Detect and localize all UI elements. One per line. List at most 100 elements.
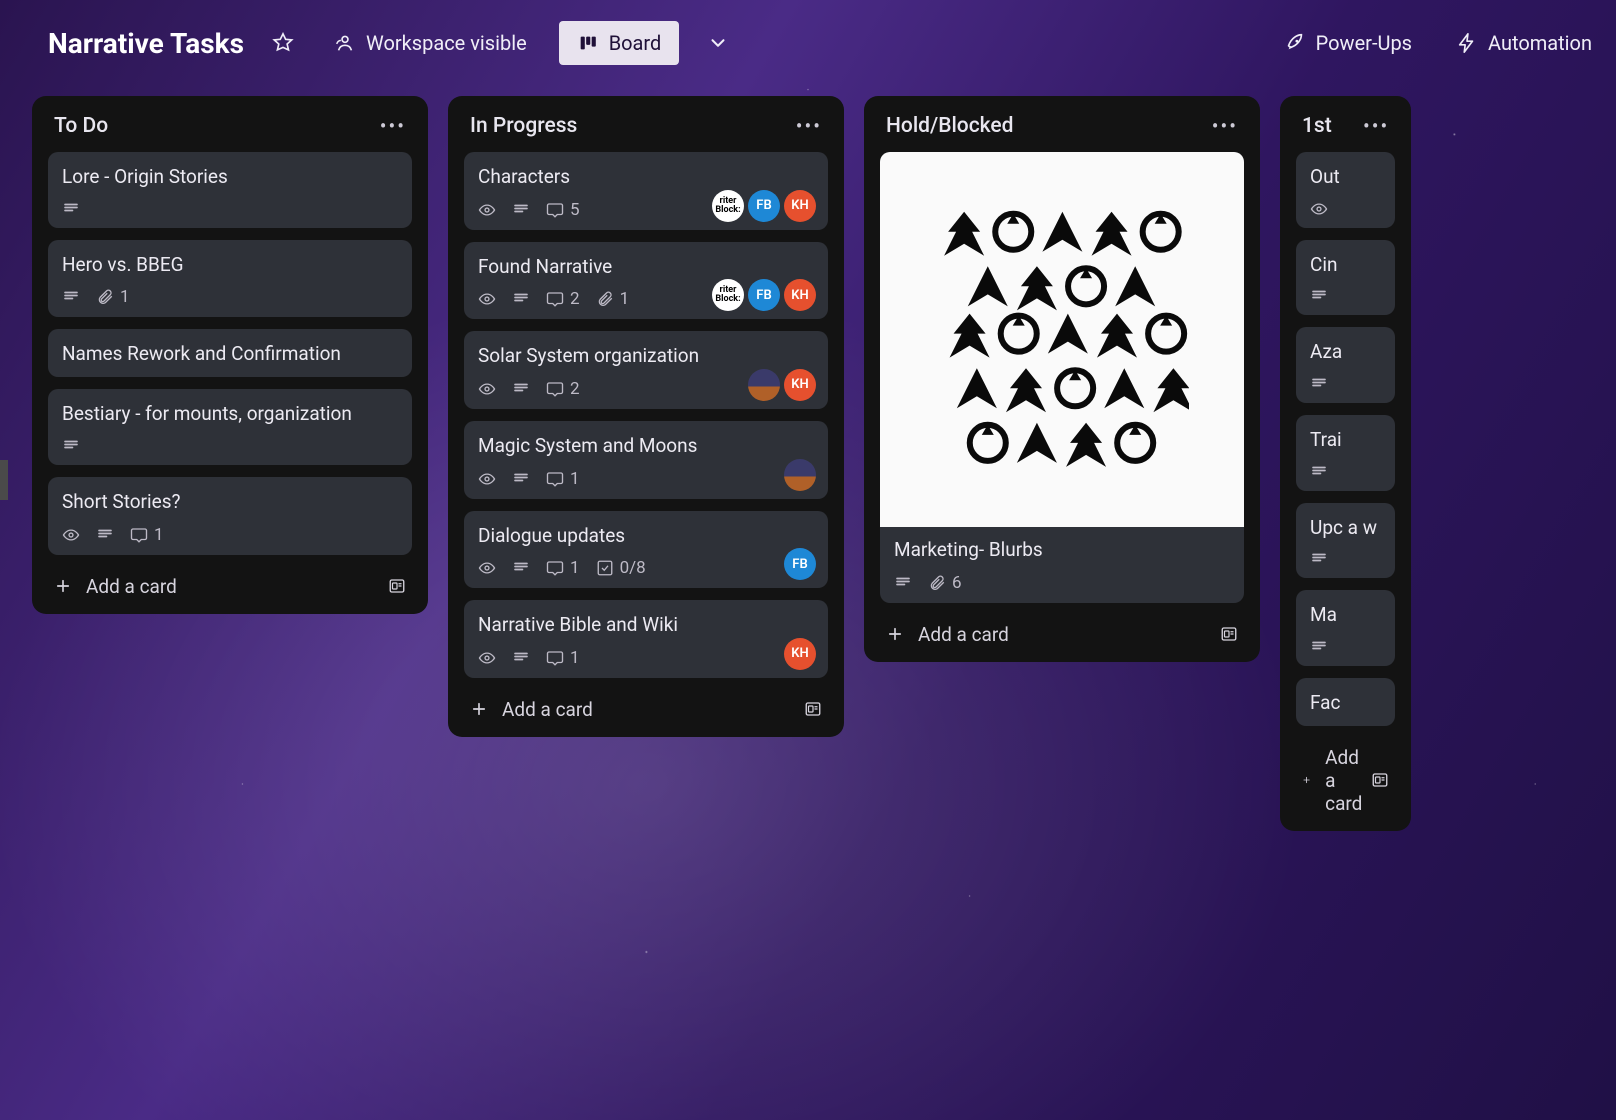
card[interactable]: Dialogue updates 10/8 FB — [464, 511, 828, 589]
watch-badge — [478, 470, 496, 488]
card[interactable]: Hero vs. BBEG 1 — [48, 240, 412, 318]
avatar[interactable]: FB — [784, 548, 816, 580]
card-cover-image — [935, 175, 1190, 505]
avatar[interactable] — [748, 369, 780, 401]
avatar[interactable]: KH — [784, 279, 816, 311]
list: To Do ••• Lore - Origin Stories Hero vs.… — [32, 96, 428, 614]
description-icon — [62, 437, 80, 455]
eye-icon — [478, 649, 496, 667]
card[interactable]: Cin — [1296, 240, 1395, 316]
card-title: Dialogue updates — [478, 523, 814, 549]
card[interactable]: Found Narrative 21 FBKH — [464, 242, 828, 320]
avatar[interactable]: KH — [784, 190, 816, 222]
avatar[interactable] — [784, 459, 816, 491]
card-template-button[interactable] — [1220, 625, 1238, 643]
card[interactable]: Narrative Bible and Wiki 1 KH — [464, 600, 828, 678]
description-badge — [1310, 375, 1328, 393]
list-cards: Marketing- Blurbs 6 — [864, 148, 1260, 607]
card-template-button[interactable] — [804, 700, 822, 718]
card-template-button[interactable] — [388, 577, 406, 595]
watch-badge — [478, 559, 496, 577]
list-title[interactable]: To Do — [54, 114, 108, 138]
avatar[interactable]: FB — [748, 279, 780, 311]
card[interactable]: Lore - Origin Stories — [48, 152, 412, 228]
comment-icon — [546, 649, 564, 667]
view-switcher-board[interactable]: Board — [559, 21, 680, 65]
plus-icon — [886, 625, 904, 643]
star-button[interactable] — [264, 24, 302, 62]
card-title: Hero vs. BBEG — [62, 252, 398, 278]
board-icon — [577, 32, 599, 54]
template-icon — [388, 577, 406, 595]
list: 1st ••• Out Cin Aza — [1280, 96, 1411, 831]
description-badge — [512, 201, 530, 219]
card-badges: 1 — [62, 287, 398, 307]
attachment-icon — [928, 574, 946, 592]
list-header: In Progress ••• — [448, 96, 844, 148]
attachments-badge: 6 — [928, 573, 962, 593]
list-title[interactable]: In Progress — [470, 114, 577, 138]
list-header: 1st ••• — [1280, 96, 1411, 148]
card[interactable]: Upc a w — [1296, 503, 1395, 579]
list-header: Hold/Blocked ••• — [864, 96, 1260, 148]
description-badge — [512, 559, 530, 577]
board-canvas[interactable]: To Do ••• Lore - Origin Stories Hero vs.… — [0, 86, 1616, 1120]
card-badges — [1310, 200, 1381, 218]
add-card-button[interactable]: Add a card — [470, 698, 593, 721]
card[interactable]: Out — [1296, 152, 1395, 228]
description-icon — [1310, 287, 1328, 305]
card[interactable]: Aza — [1296, 327, 1395, 403]
list-menu-button[interactable]: ••• — [1363, 114, 1389, 138]
list-menu-button[interactable]: ••• — [796, 114, 822, 138]
checklist-icon — [596, 559, 614, 577]
card-members: KH — [784, 638, 816, 670]
visibility-button[interactable]: Workspace visible — [322, 23, 539, 63]
avatar[interactable]: FB — [748, 190, 780, 222]
card[interactable]: Fac — [1296, 678, 1395, 726]
board-title[interactable]: Narrative Tasks — [48, 27, 244, 60]
card[interactable]: Marketing- Blurbs 6 — [880, 152, 1244, 603]
view-switcher-chevron[interactable] — [699, 24, 737, 62]
list-cards: Lore - Origin Stories Hero vs. BBEG 1 Na… — [32, 148, 428, 559]
add-card-button[interactable]: Add a card — [1302, 746, 1371, 815]
card-title: Solar System organization — [478, 343, 814, 369]
description-badge — [62, 200, 80, 218]
card[interactable]: Trai — [1296, 415, 1395, 491]
add-card-button[interactable]: Add a card — [54, 575, 177, 598]
list-menu-button[interactable]: ••• — [1212, 114, 1238, 138]
card[interactable]: Short Stories? 1 — [48, 477, 412, 555]
checklist-badge: 0/8 — [596, 558, 646, 578]
description-icon — [1310, 375, 1328, 393]
automation-button[interactable]: Automation — [1444, 23, 1592, 63]
card[interactable]: Names Rework and Confirmation — [48, 329, 412, 377]
description-icon — [62, 200, 80, 218]
avatar[interactable]: KH — [784, 638, 816, 670]
people-icon — [334, 32, 356, 54]
add-card-button[interactable]: Add a card — [886, 623, 1009, 646]
list-title[interactable]: Hold/Blocked — [886, 114, 1014, 138]
card-template-button[interactable] — [1371, 771, 1389, 789]
list-menu-button[interactable]: ••• — [380, 114, 406, 138]
card[interactable]: Ma — [1296, 590, 1395, 666]
powerups-button[interactable]: Power-Ups — [1272, 23, 1424, 63]
avatar[interactable] — [712, 190, 744, 222]
description-icon — [512, 201, 530, 219]
list-title[interactable]: 1st — [1302, 114, 1332, 138]
add-card-label: Add a card — [86, 575, 177, 598]
comments-badge: 1 — [546, 469, 580, 489]
watch-badge — [478, 649, 496, 667]
star-icon — [272, 32, 294, 54]
description-icon — [512, 649, 530, 667]
card[interactable]: Magic System and Moons 1 — [464, 421, 828, 499]
comment-icon — [546, 290, 564, 308]
list-header: To Do ••• — [32, 96, 428, 148]
card-badges — [1310, 638, 1381, 656]
add-card-label: Add a card — [918, 623, 1009, 646]
card[interactable]: Bestiary - for mounts, organization — [48, 389, 412, 465]
bolt-icon — [1456, 32, 1478, 54]
avatar[interactable] — [712, 279, 744, 311]
card[interactable]: Solar System organization 2 KH — [464, 331, 828, 409]
avatar[interactable]: KH — [784, 369, 816, 401]
card[interactable]: Characters 5 FBKH — [464, 152, 828, 230]
watch-badge — [478, 201, 496, 219]
